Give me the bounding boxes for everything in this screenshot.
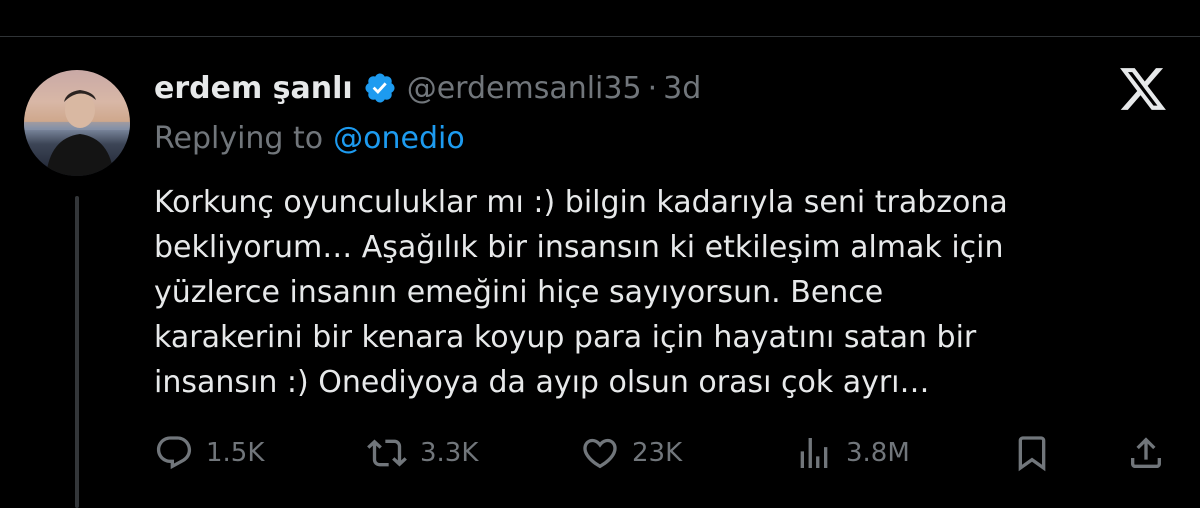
replying-to-label: Replying to [154,120,324,156]
replying-to: Replying to @onedio [154,116,465,160]
reply-count: 1.5K [206,438,265,468]
views-button[interactable]: 3.8M [794,428,910,478]
tweet-text-line: insansın :) Onediyoya da ayıp olsun oras… [154,365,930,400]
tweet-text-line: yüzlerce insanın emeğini hiçe sayıyorsun… [154,275,884,310]
x-logo-icon [1118,66,1168,112]
tweet-timestamp[interactable]: 3d [663,71,701,106]
avatar[interactable] [24,70,130,176]
author-handle[interactable]: @erdemsanli35 [407,71,642,106]
views-count: 3.8M [846,438,910,468]
tweet-text-line: bekliyorum… Aşağılık bir insansın ki etk… [154,230,1004,265]
reply-icon [154,433,194,473]
repost-button[interactable]: 3.3K [366,428,478,478]
share-button[interactable] [1126,428,1166,478]
replying-to-mention[interactable]: @onedio [333,121,465,156]
top-divider [0,36,1200,37]
author-display-name[interactable]: erdem şanlı [154,71,353,106]
tweet-actions: 1.5K 3.3K 23K 3.8M [154,428,1174,478]
tweet-text: Korkunç oyunculuklar mı :) bilgin kadarı… [154,180,1174,405]
tweet-text-line: Korkunç oyunculuklar mı :) bilgin kadarı… [154,185,1008,220]
reply-button[interactable]: 1.5K [154,428,264,478]
thread-line [75,196,79,508]
verified-badge-icon [363,71,397,105]
repost-count: 3.3K [420,438,479,468]
bookmark-icon [1012,433,1052,473]
share-icon [1126,433,1166,473]
tweet-header: erdem şanlı @erdemsanli35 · 3d [154,66,701,110]
like-count: 23K [632,438,683,468]
separator-dot: · [647,70,658,106]
tweet-text-line: karakerini bir kenara koyup para için ha… [154,320,977,355]
views-icon [794,433,834,473]
repost-icon [366,433,408,473]
like-button[interactable]: 23K [580,428,682,478]
heart-icon [580,433,620,473]
bookmark-button[interactable] [1012,428,1052,478]
